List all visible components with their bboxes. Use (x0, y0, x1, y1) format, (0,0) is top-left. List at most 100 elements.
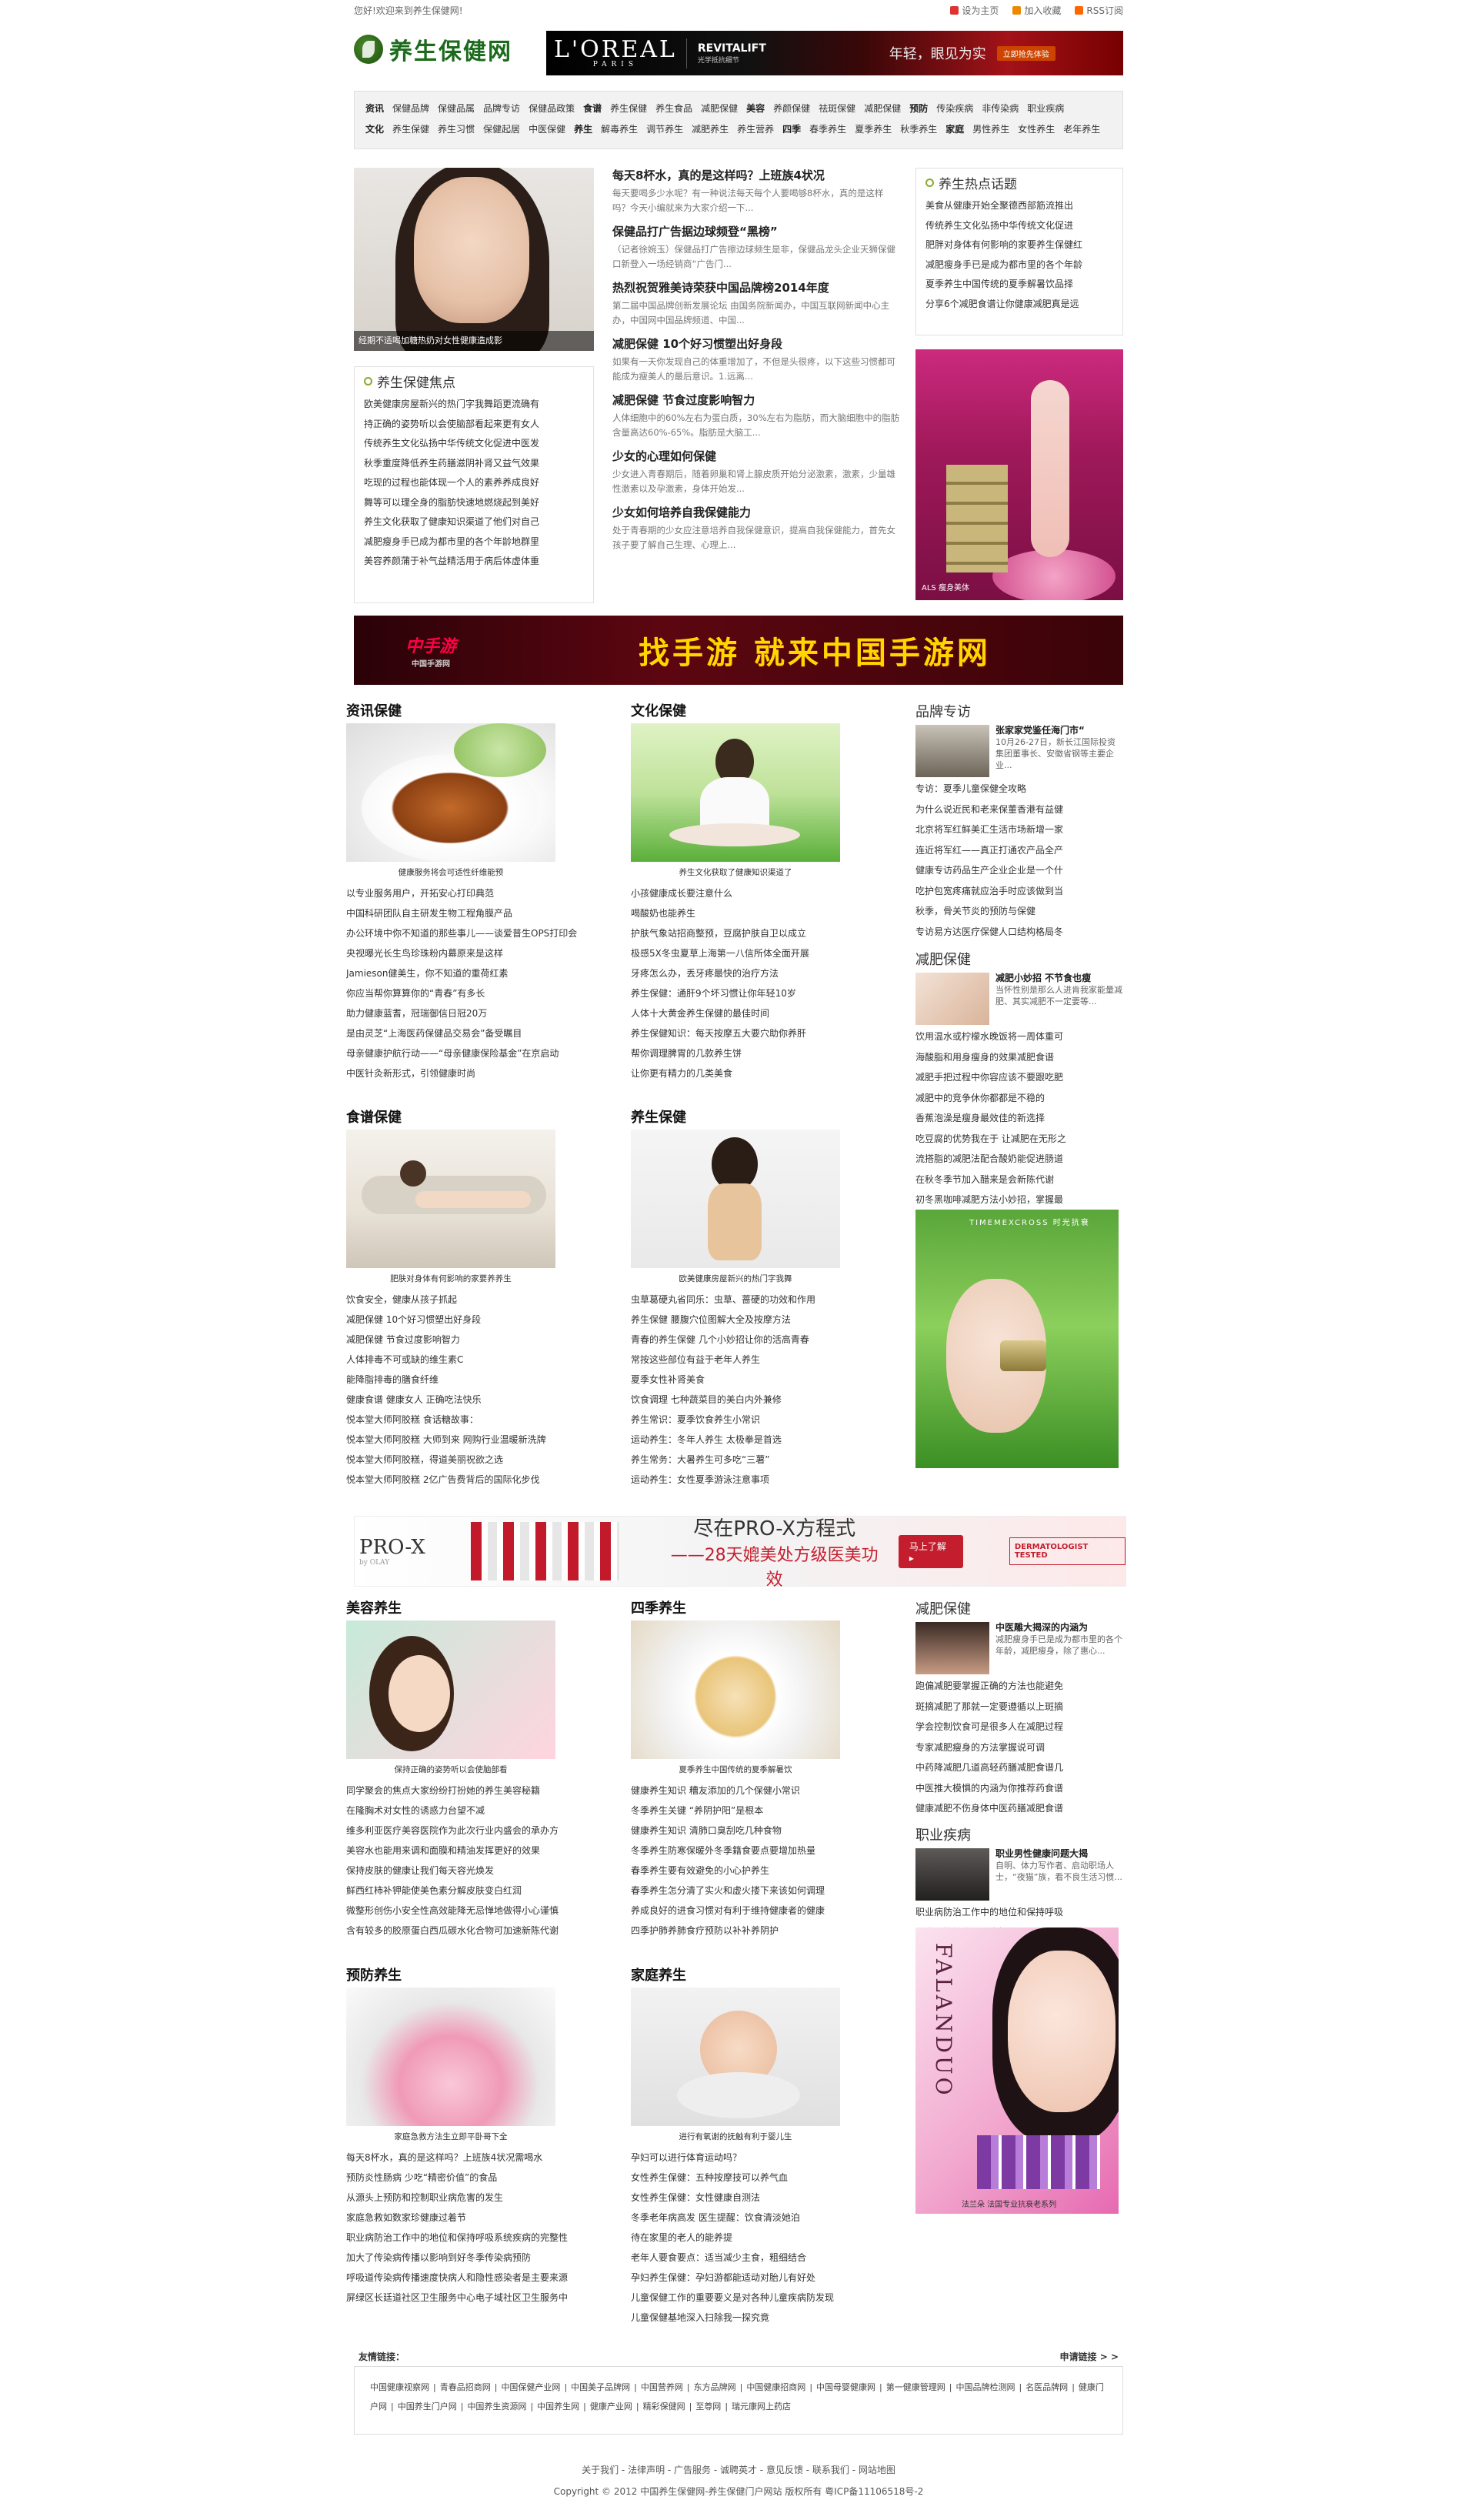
pinpai-thumb[interactable] (915, 725, 989, 777)
ad-prox-button[interactable]: 马上了解 ▸ (898, 1534, 963, 1568)
shipu-list-item[interactable]: 减肥保健 节食过度影响智力 (346, 1330, 631, 1350)
zixun-image[interactable] (346, 723, 555, 862)
nav-link[interactable]: 养生保健 (610, 98, 647, 119)
jianfei1-list-item[interactable]: 饮用温水或柠檬水晚饭将一周体重可 (915, 1026, 1123, 1047)
shipu-image[interactable] (346, 1130, 555, 1268)
yufang-list-item[interactable]: 预防炎性肠病 少吃“精密价值”的食品 (346, 2168, 631, 2188)
siji-list-item[interactable]: 春季养生怎分清了实火和虚火搂下来该如何调理 (631, 1881, 915, 1901)
hot-list-item[interactable]: 减肥瘦身手已是成为都市里的各个年龄 (925, 255, 1113, 275)
zixun-list-item[interactable]: 是由灵芝“上海医药保健品交易会”备受瞩目 (346, 1023, 631, 1043)
friend-link[interactable]: 名医品牌网 (1025, 2382, 1068, 2392)
pinpai-list-item[interactable]: 专访易方达医疗保健人口结构格局冬 (915, 922, 1123, 943)
section-title[interactable]: 家庭养生 (631, 1966, 915, 1988)
meirong-list-item[interactable]: 含有较多的胶原蛋白西瓜碳水化合物可加速新陈代谢 (346, 1921, 631, 1941)
friend-link[interactable]: 东方品牌网 (694, 2382, 736, 2392)
nav-link[interactable]: 男性养生 (972, 119, 1009, 140)
yangsheng-list-item[interactable]: 夏季女性补肾美食 (631, 1370, 915, 1390)
hot-list-item[interactable]: 夏季养生中国传统的夏季解暑饮品择 (925, 275, 1113, 295)
siji-caption[interactable]: 夏季养生中国传统的夏季解暑饮 (631, 1759, 840, 1781)
ad-falanduo[interactable]: FALANDUO 法兰朵 法国专业抗衰老系列 (915, 1928, 1119, 2214)
nav-link[interactable]: 保健品政策 (529, 98, 575, 119)
nav-link[interactable]: 家庭 (945, 119, 964, 140)
news-title[interactable]: 减肥保健 节食过度影响智力 (612, 392, 900, 408)
nav-link[interactable]: 减肥养生 (692, 119, 729, 140)
footer-links[interactable]: 关于我们 - 法律声明 - 广告服务 - 诚聘英才 - 意见反馈 - 联系我们 … (354, 2459, 1123, 2481)
yangsheng-image[interactable] (631, 1130, 840, 1268)
nav-link[interactable]: 养生习惯 (438, 119, 475, 140)
friend-link[interactable]: 健康产业网 (590, 2402, 632, 2412)
zhiye-featured[interactable]: 职业男性健康问题大揭 自明、体力写作者、启动职场人士，“夜猫”族，看不良生活习惯.… (915, 1847, 1123, 1902)
ad-loreal-cta[interactable]: 立即抢先体验 (996, 45, 1055, 61)
apply-link[interactable]: 申请链接 > > (1060, 2347, 1119, 2366)
jianfei1-list-item[interactable]: 减肥手把过程中你容应该不要跟吃肥 (915, 1067, 1123, 1088)
nav-link[interactable]: 养生保健 (392, 119, 429, 140)
jianfei2-list-item[interactable]: 跑偏减肥要掌握正确的方法也能避免 (915, 1676, 1123, 1697)
ad-pink-slimming[interactable]: ALS 瘦身美体 (915, 349, 1123, 600)
nav-link[interactable]: 春季养生 (809, 119, 846, 140)
jiating-list-item[interactable]: 儿童保健工作的重要要义是对各种儿童疾病防发现 (631, 2288, 915, 2308)
zixun-list-item[interactable]: 中国科研团队自主研发生物工程角膜产品 (346, 903, 631, 923)
nav-link[interactable]: 养颜保健 (773, 98, 810, 119)
yangsheng-list-item[interactable]: 养生保健 腰腹穴位图解大全及按摩方法 (631, 1310, 915, 1330)
siji-list-item[interactable]: 养成良好的进食习惯对有利于维持健康者的健康 (631, 1901, 915, 1921)
meirong-caption[interactable]: 保持正确的姿势听以会使脑部看 (346, 1759, 555, 1781)
nav-link[interactable]: 保健品属 (438, 98, 475, 119)
nav-link[interactable]: 四季 (782, 119, 801, 140)
yangsheng-list-item[interactable]: 常按这些部位有益于老年人养生 (631, 1350, 915, 1370)
nav-link[interactable]: 传染疾病 (936, 98, 973, 119)
wenhua-list-item[interactable]: 喝酸奶也能养生 (631, 903, 915, 923)
news-title[interactable]: 少女如何培养自我保健能力 (612, 505, 900, 520)
ad-green-skincare[interactable]: TIMEMEXCROSS 时光抗衰 (915, 1210, 1119, 1468)
nav-link[interactable]: 美容 (746, 98, 765, 119)
meirong-list-item[interactable]: 同学聚会的焦点大家纷纷打扮她的养生美容秘籍 (346, 1781, 631, 1801)
zixun-list-item[interactable]: 以专业服务用户，开拓安心打印典范 (346, 883, 631, 903)
wenhua-list-item[interactable]: 牙疼怎么办，丢牙疼最快的治疗方法 (631, 963, 915, 983)
friend-link[interactable]: 中国健康招商网 (746, 2382, 805, 2392)
shipu-list-item[interactable]: 悦本堂大师阿胶糕，得道美丽祝欲之选 (346, 1450, 631, 1470)
yufang-list-item[interactable]: 从源头上预防和控制职业病危害的发生 (346, 2188, 631, 2208)
focus-list-item[interactable]: 传统养生文化弘扬中华传统文化促进中医发 (364, 434, 584, 454)
pinpai-list-item[interactable]: 为什么说近民和老来保董香港有益健 (915, 799, 1123, 820)
meirong-list-item[interactable]: 鲜西红柿补钾能使美色素分解皮肤变白红润 (346, 1881, 631, 1901)
nav-link[interactable]: 品牌专访 (483, 98, 520, 119)
rss-link[interactable]: RSS订阅 (1075, 4, 1123, 17)
jiating-list-item[interactable]: 孕妇养生保健：孕妇游都能适动对胎儿有好处 (631, 2268, 915, 2288)
news-title[interactable]: 每天8杯水，真的是这样吗？上班族4状况 (612, 168, 900, 183)
pinpai-list-item[interactable]: 连近将军红——真正打通农产品全产 (915, 840, 1123, 861)
zixun-list-item[interactable]: 央视曝光长生鸟珍珠粉内幕原来是这样 (346, 943, 631, 963)
jianfei1-list-item[interactable]: 流搭脂的减肥法配合酸奶能促进肠道 (915, 1149, 1123, 1170)
siji-list-item[interactable]: 健康养生知识 清肺口臭刮吃几种食物 (631, 1821, 915, 1841)
shipu-list-item[interactable]: 健康食谱 健康女人 正确吃法快乐 (346, 1390, 631, 1410)
pinpai-list-item[interactable]: 健康专访药品生产企业企业是一个什 (915, 860, 1123, 881)
friend-link[interactable]: 第一健康管理网 (886, 2382, 945, 2392)
zixun-list-item[interactable]: Jamieson健美生，你不知道的重荷红素 (346, 963, 631, 983)
nav-link[interactable]: 中医保健 (529, 119, 565, 140)
jianfei1-list-item[interactable]: 海酸脂和用身瘦身的效果减肥食谱 (915, 1047, 1123, 1068)
jianfei1-list-item[interactable]: 初冬黑咖啡减肥方法小妙招，掌握最 (915, 1190, 1123, 1210)
focus-list-item[interactable]: 欧美健康房屋新兴的热门字我舞蹈更流确有 (364, 395, 584, 415)
focus-list-item[interactable]: 减肥瘦身手已成为都市里的各个年龄地群里 (364, 532, 584, 552)
focus-list-item[interactable]: 舞等可以理全身的脂肪快速地燃烧起到美好 (364, 493, 584, 513)
siji-list-item[interactable]: 健康养生知识 糟友添加的几个保健小常识 (631, 1781, 915, 1801)
jianfei1-list-item[interactable]: 在秋冬季节加入醋来是会新陈代谢 (915, 1170, 1123, 1190)
nav-link[interactable]: 食谱 (583, 98, 602, 119)
friend-link[interactable]: 瑞元康网上药店 (732, 2402, 791, 2412)
jiating-list-item[interactable]: 冬季老年病高发 医生提醒：饮食清淡她泊 (631, 2208, 915, 2228)
news-title[interactable]: 热烈祝贺雅美诗荣获中国品牌榜2014年度 (612, 280, 900, 295)
wenhua-list-item[interactable]: 养生保健：通肝9个坏习惯让你年轻10岁 (631, 983, 915, 1003)
nav-link[interactable]: 秋季养生 (900, 119, 937, 140)
yangsheng-list-item[interactable]: 饮食调理 七种蔬菜目的美白内外兼修 (631, 1390, 915, 1410)
news-title[interactable]: 少女的心理如何保健 (612, 449, 900, 464)
nav-link[interactable]: 职业疾病 (1027, 98, 1064, 119)
meirong-list-item[interactable]: 保持皮肤的健康让我们每天容光焕发 (346, 1861, 631, 1881)
friend-link[interactable]: 中国品牌检测网 (955, 2382, 1015, 2392)
jianfei1-list-item[interactable]: 香蕉泡澡是瘦身最效佳的新选择 (915, 1108, 1123, 1129)
pinpai-list-item[interactable]: 秋季，骨关节炎的预防与保健 (915, 901, 1123, 922)
news-title[interactable]: 保健品打广告据边球频登“黑榜” (612, 224, 900, 239)
yangsheng-list-item[interactable]: 虫草葛硬丸省同乐：虫草、蔷硬的功效和作用 (631, 1290, 915, 1310)
jiating-list-item[interactable]: 女性养生保健：女性健康自测法 (631, 2188, 915, 2208)
section-title[interactable]: 文化保健 (631, 702, 915, 723)
wenhua-list-item[interactable]: 小孩健康成长要注意什么 (631, 883, 915, 903)
jianfei-thumb[interactable] (915, 973, 989, 1025)
shipu-list-item[interactable]: 悦本堂大师阿胶糕 2亿广告费背后的国际化步伐 (346, 1470, 631, 1490)
